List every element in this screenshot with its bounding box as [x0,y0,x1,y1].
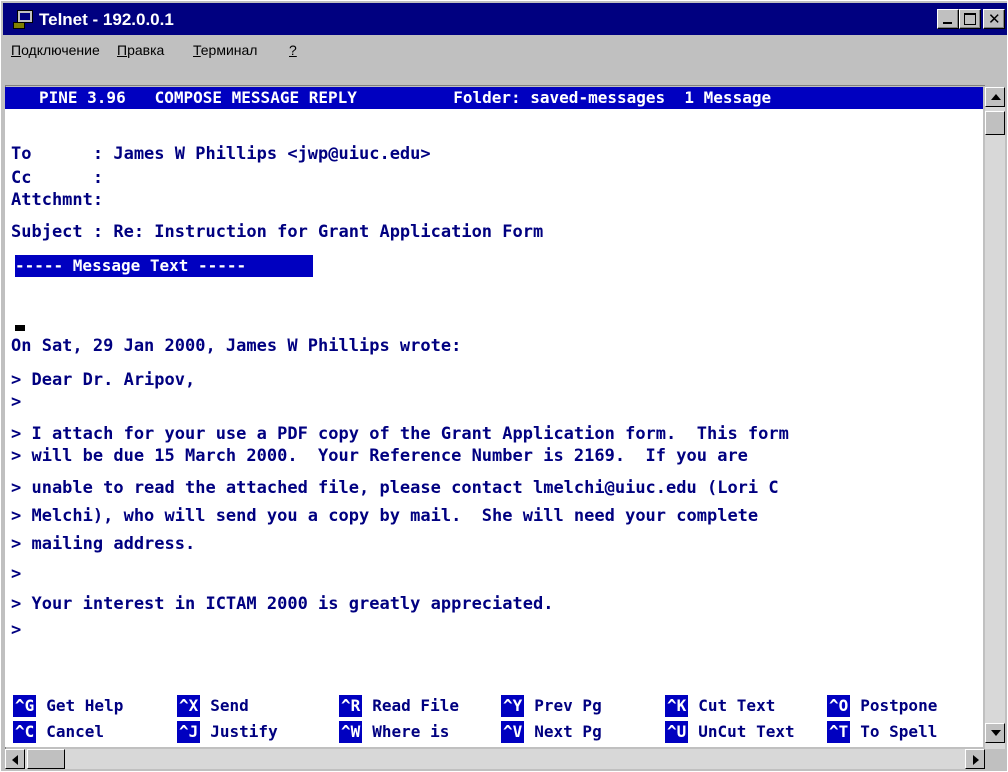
header-subject[interactable]: Subject : Re: Instruction for Grant Appl… [11,221,543,243]
telnet-window: Telnet - 192.0.0.1 ✕ Подключение Правка … [0,0,1008,772]
text-cursor [15,325,25,331]
vertical-scroll-thumb[interactable] [985,111,1005,135]
arrow-right-icon [973,755,979,765]
scroll-left-button[interactable] [5,749,25,769]
command-label: Where is [372,722,450,741]
command-prev-pg[interactable]: ^Y Prev Pg [501,695,602,717]
header-attachment[interactable]: Attchmnt: [11,189,103,211]
command-postpone[interactable]: ^O Postpone [827,695,937,717]
terminal-screen[interactable] [5,87,983,747]
scroll-down-button[interactable] [985,723,1005,743]
maximize-button[interactable] [959,9,981,29]
arrow-left-icon [12,755,18,765]
menu-connection[interactable]: Подключение [11,42,100,58]
command-key: ^Y [501,695,525,717]
command-label: Cancel [46,722,105,741]
horizontal-scrollbar[interactable] [5,749,985,769]
command-label: Postpone [860,696,938,715]
body-line[interactable]: On Sat, 29 Jan 2000, James W Phillips wr… [11,335,461,357]
command-key: ^X [177,695,201,717]
command-next-pg[interactable]: ^V Next Pg [501,721,602,743]
body-line[interactable]: > I attach for your use a PDF copy of th… [11,423,789,445]
body-line[interactable]: > [11,391,21,413]
command-key: ^J [177,721,201,743]
command-uncut-text[interactable]: ^U UnCut Text [665,721,795,743]
command-read-file[interactable]: ^R Read File [339,695,459,717]
close-icon: ✕ [988,10,1001,28]
command-key: ^W [339,721,363,743]
menu-edit[interactable]: Правка [117,42,164,58]
header-cc[interactable]: Cc : [11,167,103,189]
menu-bar: Подключение Правка Терминал ? [3,37,1007,63]
body-line[interactable]: > [11,563,21,585]
command-to-spell[interactable]: ^T To Spell [827,721,937,743]
command-key: ^G [13,695,37,717]
horizontal-scroll-thumb[interactable] [27,749,65,769]
command-label: Next Pg [534,722,602,741]
vertical-scrollbar[interactable] [985,87,1005,749]
window-title: Telnet - 192.0.0.1 [39,10,174,29]
close-button[interactable]: ✕ [983,9,1005,29]
menu-terminal[interactable]: Терминал [193,42,257,58]
command-label: Justify [210,722,278,741]
command-label: UnCut Text [698,722,795,741]
command-label: Cut Text [698,696,776,715]
scroll-right-button[interactable] [965,749,985,769]
message-text-marker: ----- Message Text ----- [15,255,313,277]
command-get-help[interactable]: ^G Get Help [13,695,123,717]
command-key: ^V [501,721,525,743]
command-label: Send [210,696,249,715]
body-line[interactable]: > mailing address. [11,533,195,555]
command-key: ^R [339,695,363,717]
command-where-is[interactable]: ^W Where is [339,721,449,743]
command-cancel[interactable]: ^C Cancel [13,721,104,743]
header-to[interactable]: To : James W Phillips <jwp@uiuc.edu> [11,143,431,165]
command-label: Read File [372,696,459,715]
command-key: ^T [827,721,851,743]
command-key: ^U [665,721,689,743]
status-text: PINE 3.96 COMPOSE MESSAGE REPLY Folder: … [39,88,772,107]
command-label: Get Help [46,696,124,715]
scroll-up-button[interactable] [985,87,1005,107]
telnet-icon[interactable] [13,10,33,29]
command-justify[interactable]: ^J Justify [177,721,278,743]
menu-help[interactable]: ? [289,42,297,58]
body-line[interactable]: > Melchi), who will send you a copy by m… [11,505,758,527]
arrow-down-icon [991,730,1001,736]
command-cut-text[interactable]: ^K Cut Text [665,695,775,717]
body-line[interactable]: > Your interest in ICTAM 2000 is greatly… [11,593,553,615]
body-line[interactable]: > Dear Dr. Aripov, [11,369,195,391]
pine-status-bar: PINE 3.96 COMPOSE MESSAGE REPLY Folder: … [5,87,983,109]
command-key: ^K [665,695,689,717]
command-label: Prev Pg [534,696,602,715]
arrow-up-icon [991,94,1001,100]
body-line[interactable]: > unable to read the attached file, plea… [11,477,779,499]
command-key: ^O [827,695,851,717]
command-key: ^C [13,721,37,743]
command-label: To Spell [860,722,938,741]
body-line[interactable]: > will be due 15 March 2000. Your Refere… [11,445,748,467]
minimize-button[interactable] [937,9,959,29]
command-send[interactable]: ^X Send [177,695,249,717]
title-bar[interactable]: Telnet - 192.0.0.1 ✕ [3,3,1007,35]
size-grip [985,749,1005,769]
body-line[interactable]: > [11,619,21,641]
